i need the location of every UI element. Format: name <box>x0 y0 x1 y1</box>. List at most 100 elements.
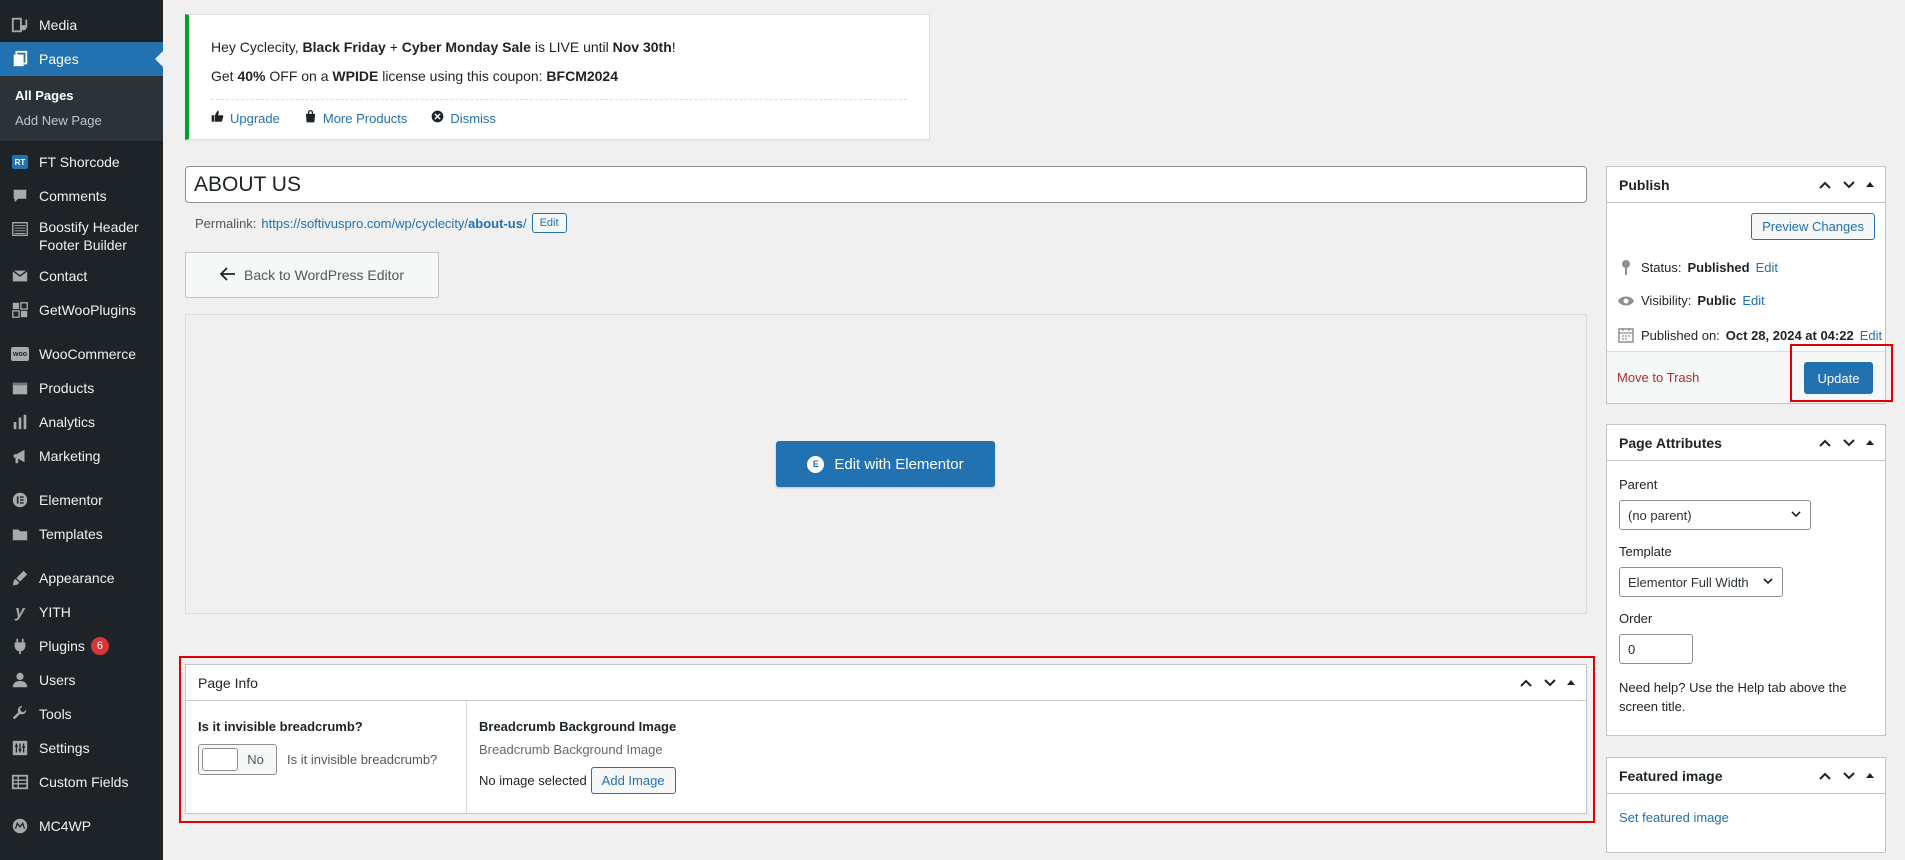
dismiss-icon <box>431 110 444 126</box>
menu-marketing[interactable]: Marketing <box>0 439 163 473</box>
menu-analytics[interactable]: Analytics <box>0 405 163 439</box>
publish-controls <box>1817 177 1875 193</box>
edit-status-link[interactable]: Edit <box>1756 260 1778 275</box>
breadcrumb-visibility-label: Is it invisible breadcrumb? <box>198 719 363 734</box>
edit-date-link[interactable]: Edit <box>1860 328 1882 343</box>
preview-changes-button[interactable]: Preview Changes <box>1751 213 1875 240</box>
comments-icon <box>10 186 30 206</box>
featured-image-header: Featured image <box>1607 758 1885 794</box>
dismiss-link[interactable]: Dismiss <box>431 110 496 126</box>
page-title-input[interactable] <box>185 166 1587 203</box>
chevron-up-icon[interactable] <box>1817 768 1833 784</box>
menu-users[interactable]: Users <box>0 663 163 697</box>
notice-actions: Upgrade More Products Dismiss <box>211 110 907 126</box>
update-button[interactable]: Update <box>1804 362 1873 394</box>
chevron-down-icon[interactable] <box>1542 675 1558 691</box>
calendar-icon <box>1617 327 1635 343</box>
permalink-link[interactable]: https://softivuspro.com/wp/cyclecity/abo… <box>261 216 526 231</box>
collapse-triangle-icon[interactable] <box>1865 180 1875 190</box>
chevron-down-icon <box>1762 575 1774 590</box>
notice-line-1: Hey Cyclecity, Black Friday + Cyber Mond… <box>211 39 676 55</box>
breadcrumb-bg-description: Breadcrumb Background Image <box>479 742 663 757</box>
menu-media[interactable]: Media <box>0 8 163 42</box>
menu-products[interactable]: Products <box>0 371 163 405</box>
chevron-up-icon[interactable] <box>1817 177 1833 193</box>
collapse-triangle-icon[interactable] <box>1566 678 1576 688</box>
chevron-down-icon[interactable] <box>1841 768 1857 784</box>
menu-getwooplugins[interactable]: GetWooPlugins <box>0 293 163 327</box>
menu-contact[interactable]: Contact <box>0 259 163 293</box>
chevron-down-icon[interactable] <box>1841 177 1857 193</box>
upgrade-link[interactable]: Upgrade <box>211 110 280 126</box>
plugins-update-badge: 6 <box>90 637 109 655</box>
publish-actions: Move to Trash Update <box>1607 351 1885 403</box>
menu-appearance[interactable]: Appearance <box>0 561 163 595</box>
folder-icon <box>10 524 30 544</box>
menu-settings[interactable]: Settings <box>0 731 163 765</box>
order-label: Order <box>1619 611 1653 626</box>
menu-label: GetWooPlugins <box>39 302 137 318</box>
edit-permalink-button[interactable]: Edit <box>531 213 567 233</box>
parent-label: Parent <box>1619 477 1658 492</box>
page-attributes-metabox: Page Attributes Parent (no parent) Templ… <box>1606 424 1886 736</box>
arrow-left-icon <box>219 265 236 286</box>
menu-pages[interactable]: Pages <box>0 42 163 76</box>
menu-mc4wp[interactable]: MC4WP <box>0 809 163 843</box>
menu-label: Appearance <box>39 570 115 586</box>
chevron-up-icon[interactable] <box>1518 675 1534 691</box>
edit-visibility-link[interactable]: Edit <box>1742 293 1764 308</box>
visibility-row: Visibility: Public Edit <box>1617 293 1765 308</box>
page-info-metabox: Page Info Is it invisible breadcrumb? No… <box>185 664 1587 814</box>
order-input[interactable]: 0 <box>1619 634 1693 664</box>
menu-elementor[interactable]: Elementor <box>0 483 163 517</box>
template-label: Template <box>1619 544 1672 559</box>
menu-plugins[interactable]: Plugins 6 <box>0 629 163 663</box>
submenu-add-new-page[interactable]: Add New Page <box>0 108 163 133</box>
analytics-icon <box>10 412 30 432</box>
menu-custom-fields[interactable]: Custom Fields <box>0 765 163 799</box>
thumbs-up-icon <box>211 110 224 126</box>
menu-label: Pages <box>39 51 79 67</box>
menu-yith[interactable]: y YITH <box>0 595 163 629</box>
back-to-wordpress-editor-button[interactable]: Back to WordPress Editor <box>185 252 439 298</box>
users-icon <box>10 670 30 690</box>
page-attributes-title: Page Attributes <box>1619 434 1722 451</box>
collapse-triangle-icon[interactable] <box>1865 438 1875 448</box>
plugin-grid-icon <box>10 300 30 320</box>
menu-boostify[interactable]: Boostify Header Footer Builder <box>0 213 163 259</box>
menu-label: Products <box>39 380 95 396</box>
parent-select[interactable]: (no parent) <box>1619 500 1811 530</box>
menu-label: Custom Fields <box>39 774 129 790</box>
menu-comments[interactable]: Comments <box>0 179 163 213</box>
template-select[interactable]: Elementor Full Width <box>1619 567 1783 597</box>
media-icon <box>10 15 30 35</box>
add-image-button[interactable]: Add Image <box>590 767 676 794</box>
page-attributes-controls <box>1817 435 1875 451</box>
toggle-knob <box>202 748 238 771</box>
more-products-link[interactable]: More Products <box>304 110 407 126</box>
chevron-up-icon[interactable] <box>1817 435 1833 451</box>
elementor-icon <box>10 490 30 510</box>
collapse-triangle-icon[interactable] <box>1865 771 1875 781</box>
submenu-all-pages[interactable]: All Pages <box>0 83 163 108</box>
plugins-icon <box>10 636 30 656</box>
menu-label: Templates <box>39 526 103 542</box>
publish-metabox: Publish Preview Changes Status: Publishe… <box>1606 166 1886 404</box>
menu-tools[interactable]: Tools <box>0 697 163 731</box>
menu-woocommerce[interactable]: woo WooCommerce <box>0 337 163 371</box>
menu-ft-shortcode[interactable]: RT FT Shorcode <box>0 145 163 179</box>
breadcrumb-toggle[interactable]: No <box>198 744 277 775</box>
promo-notice: Hey Cyclecity, Black Friday + Cyber Mond… <box>185 14 930 140</box>
shopping-bag-icon <box>304 110 317 126</box>
chevron-down-icon <box>1790 508 1802 523</box>
image-select-row: No image selected Add Image <box>479 767 676 794</box>
breadcrumb-toggle-row: No Is it invisible breadcrumb? <box>198 744 454 775</box>
edit-with-elementor-button[interactable]: E Edit with Elementor <box>776 441 995 487</box>
page-attributes-header: Page Attributes <box>1607 425 1885 461</box>
chevron-down-icon[interactable] <box>1841 435 1857 451</box>
featured-image-controls <box>1817 768 1875 784</box>
menu-templates[interactable]: Templates <box>0 517 163 551</box>
menu-label: Tools <box>39 706 72 722</box>
move-to-trash-link[interactable]: Move to Trash <box>1617 370 1699 385</box>
set-featured-image-link[interactable]: Set featured image <box>1619 810 1729 825</box>
